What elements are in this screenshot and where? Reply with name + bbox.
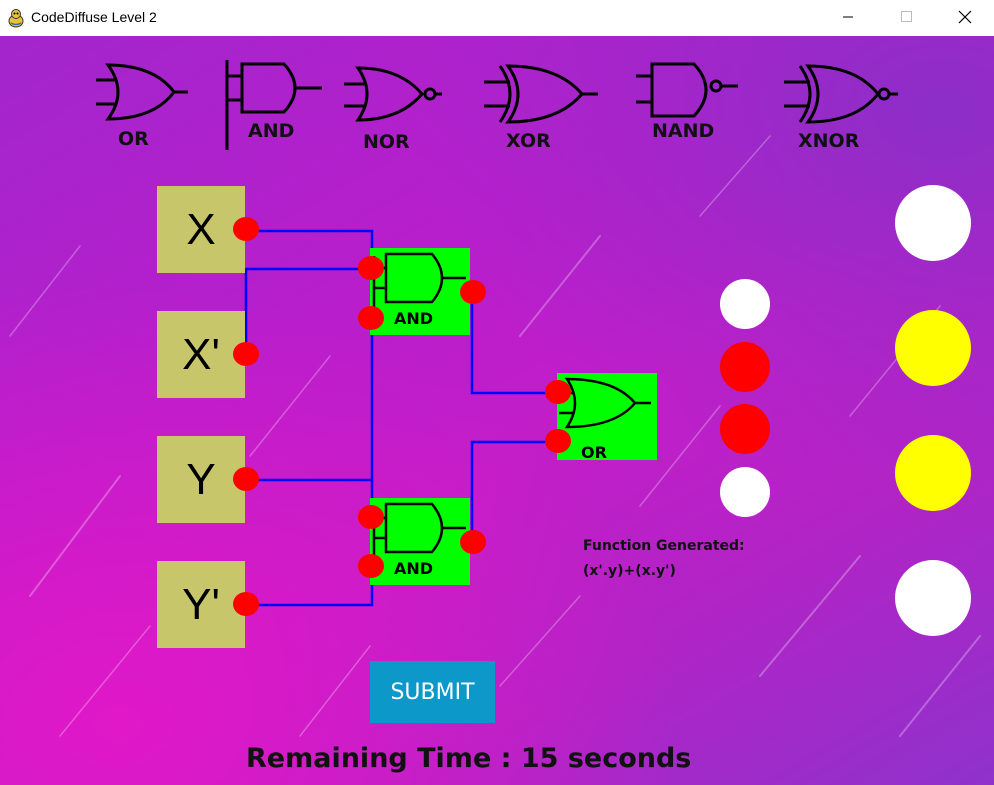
output-port[interactable] xyxy=(460,530,486,554)
expected-lamp xyxy=(895,435,971,511)
title-bar[interactable]: CodeDiffuse Level 2 xyxy=(0,0,994,36)
or-gate-icon xyxy=(559,377,651,429)
input-xprime-block[interactable]: X' xyxy=(157,311,245,398)
wire-yprime xyxy=(258,564,374,607)
circuit-wires xyxy=(244,229,560,607)
maximize-button[interactable] xyxy=(878,0,936,34)
input-label: X xyxy=(186,205,216,254)
function-expression: (x'.y)+(x.y') xyxy=(583,563,676,579)
game-canvas: OR AND NOR XOR NAND XNOR X X' Y Y' AND A… xyxy=(0,36,994,785)
placed-and-gate-2[interactable]: AND xyxy=(370,498,470,585)
minimize-icon xyxy=(843,16,853,18)
placed-and-gate-1[interactable]: AND xyxy=(370,248,470,335)
input-label: X' xyxy=(182,330,220,379)
remaining-time: Remaining Time : 15 seconds xyxy=(246,743,692,774)
window-title: CodeDiffuse Level 2 xyxy=(31,9,157,25)
wire-xprime xyxy=(244,267,370,356)
function-heading: Function Generated: xyxy=(583,538,745,554)
expected-lamp xyxy=(895,560,971,636)
input-port[interactable] xyxy=(358,505,384,529)
pygame-snake-icon xyxy=(8,9,24,28)
close-icon xyxy=(958,10,972,24)
close-button[interactable] xyxy=(936,0,994,34)
output-port[interactable] xyxy=(233,592,259,616)
expected-lamp xyxy=(895,185,971,261)
wire-x xyxy=(256,229,374,321)
wire-y xyxy=(258,319,374,482)
minimize-button[interactable] xyxy=(820,0,878,34)
input-yprime-block[interactable]: Y' xyxy=(157,561,245,648)
placed-or-gate[interactable]: OR xyxy=(557,373,657,460)
input-label: Y' xyxy=(182,580,220,629)
output-port[interactable] xyxy=(233,217,259,241)
submit-button[interactable]: SUBMIT xyxy=(370,661,495,723)
output-port[interactable] xyxy=(460,280,486,304)
input-port[interactable] xyxy=(358,306,384,330)
output-lamp xyxy=(720,467,770,517)
output-lamp xyxy=(720,342,770,392)
gate-label: OR xyxy=(581,443,607,460)
gate-label: AND xyxy=(394,309,434,328)
input-x-block[interactable]: X xyxy=(157,186,245,273)
wire-and1-to-or xyxy=(470,292,560,395)
output-port[interactable] xyxy=(233,467,259,491)
maximize-icon xyxy=(901,11,912,22)
output-lamp xyxy=(720,279,770,329)
gate-label: AND xyxy=(394,559,434,578)
input-port[interactable] xyxy=(545,380,571,404)
wire-and2-to-or xyxy=(470,440,560,542)
expected-lamp xyxy=(895,310,971,386)
app-window: CodeDiffuse Level 2 OR AND NOR XOR NAND … xyxy=(0,0,994,785)
input-port[interactable] xyxy=(545,429,571,453)
output-port[interactable] xyxy=(233,342,259,366)
input-label: Y xyxy=(186,455,216,504)
input-y-block[interactable]: Y xyxy=(157,436,245,523)
output-lamp xyxy=(720,404,770,454)
input-port[interactable] xyxy=(358,256,384,280)
input-port[interactable] xyxy=(358,554,384,578)
